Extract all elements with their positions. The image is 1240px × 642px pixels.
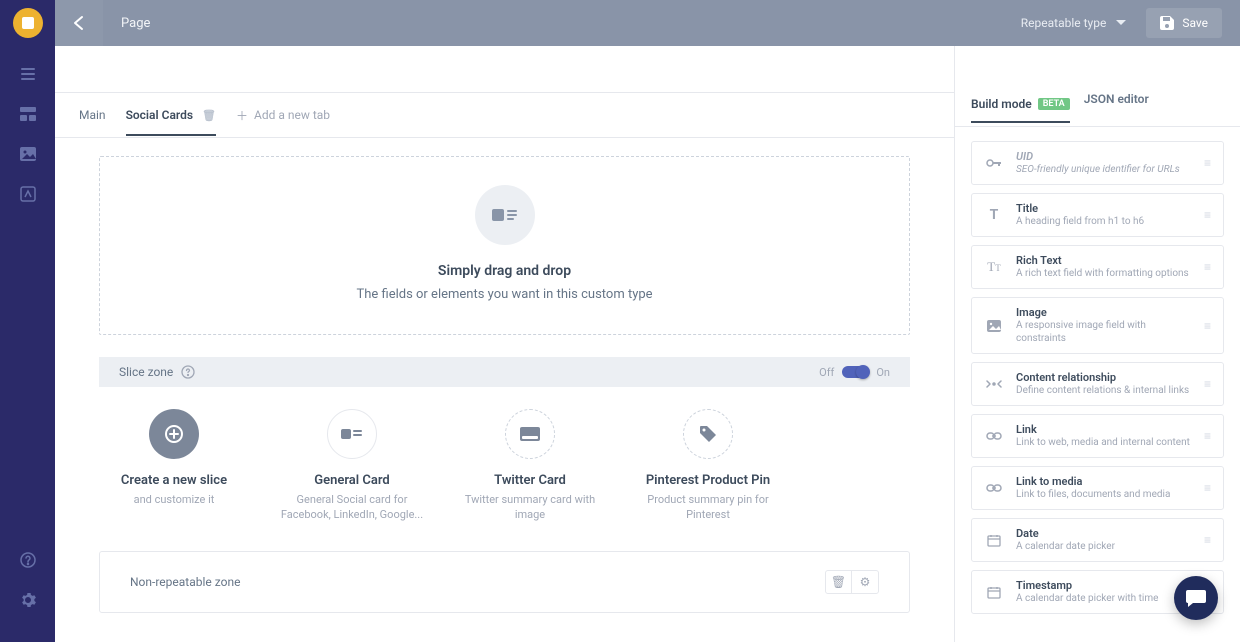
type-select-label: Repeatable type	[1021, 16, 1107, 30]
drag-handle-icon[interactable]: ≡	[1204, 377, 1211, 391]
help-icon[interactable]	[14, 546, 42, 574]
left-sidebar	[0, 0, 55, 642]
back-button[interactable]	[55, 0, 103, 46]
zone-delete-icon[interactable]: 🗑	[826, 571, 852, 593]
rich-text-icon: TT	[984, 259, 1004, 275]
drop-zone-title: Simply drag and drop	[100, 263, 909, 279]
twitter-card-icon	[505, 409, 555, 459]
plus-icon: ＋	[236, 107, 248, 124]
field-item-content-relationship[interactable]: Content relationship Define content rela…	[971, 362, 1224, 406]
field-item-date[interactable]: Date A calendar date picker ≡	[971, 518, 1224, 562]
drag-handle-icon[interactable]: ≡	[1204, 319, 1211, 333]
chat-bubble[interactable]	[1174, 576, 1218, 620]
save-icon	[1160, 16, 1174, 30]
help-icon[interactable]	[181, 365, 195, 379]
zone-actions: 🗑 ⚙	[825, 570, 879, 594]
calendar-icon	[984, 586, 1004, 599]
field-item-uid[interactable]: UID SEO-friendly unique identifier for U…	[971, 141, 1224, 185]
slice-zone-toggle[interactable]: Off On	[819, 366, 890, 379]
page-title: Page	[103, 16, 150, 31]
link-media-icon	[984, 484, 1004, 492]
field-item-rich-text[interactable]: TT Rich Text A rich text field with form…	[971, 245, 1224, 289]
nav-item-media-icon[interactable]	[14, 140, 42, 168]
slice-card-new[interactable]: Create a new slice and customize it	[99, 409, 249, 523]
builder-canvas: Main Social Cards 🗑 ＋ Add a new tab Simp…	[55, 46, 954, 642]
drop-zone-desc: The fields or elements you want in this …	[100, 287, 909, 302]
chat-icon	[1185, 588, 1207, 608]
settings-icon[interactable]	[14, 586, 42, 614]
add-tab-button[interactable]: ＋ Add a new tab	[236, 107, 330, 124]
card-icon	[327, 409, 377, 459]
topbar: Page Repeatable type Save	[55, 0, 1240, 46]
image-icon	[984, 320, 1004, 332]
field-list: UID SEO-friendly unique identifier for U…	[955, 127, 1240, 628]
calendar-icon	[984, 534, 1004, 547]
tag-icon	[683, 409, 733, 459]
nav-item-custom-types-icon[interactable]	[14, 100, 42, 128]
tab-social-cards[interactable]: Social Cards 🗑	[126, 94, 216, 136]
slice-card-twitter[interactable]: Twitter Card Twitter summary card with i…	[455, 409, 605, 523]
chevron-down-icon	[1116, 20, 1126, 26]
key-icon	[984, 158, 1004, 168]
drop-zone-icon	[475, 185, 535, 245]
non-repeatable-zone: Non-repeatable zone 🗑 ⚙	[99, 551, 910, 613]
beta-badge: BETA	[1038, 98, 1070, 110]
slice-cards-row: Create a new slice and customize it Gene…	[55, 387, 954, 551]
slice-card-pinterest[interactable]: Pinterest Product Pin Product summary pi…	[633, 409, 783, 523]
relation-icon	[984, 379, 1004, 389]
nav-item-documents-icon[interactable]	[14, 60, 42, 88]
field-item-link[interactable]: Link Link to web, media and internal con…	[971, 414, 1224, 458]
save-button[interactable]: Save	[1146, 8, 1222, 38]
nav-item-slices-icon[interactable]	[14, 180, 42, 208]
drag-handle-icon[interactable]: ≡	[1204, 208, 1211, 222]
drag-handle-icon[interactable]: ≡	[1204, 429, 1211, 443]
panel-tabs: Build mode BETA JSON editor	[955, 64, 1240, 127]
drag-handle-icon[interactable]: ≡	[1204, 156, 1211, 170]
slice-card-general[interactable]: General Card General Social card for Fac…	[277, 409, 427, 523]
zone-settings-icon[interactable]: ⚙	[852, 571, 878, 593]
drag-handle-icon[interactable]: ≡	[1204, 533, 1211, 547]
slice-zone-label: Slice zone	[119, 365, 173, 379]
title-icon: T	[984, 207, 1004, 223]
field-item-title[interactable]: T Title A heading field from h1 to h6 ≡	[971, 193, 1224, 237]
slice-zone-bar: Slice zone Off On	[99, 357, 910, 387]
type-select[interactable]: Repeatable type	[1001, 16, 1147, 30]
field-item-image[interactable]: Image A responsive image field with cons…	[971, 297, 1224, 354]
tab-json-editor[interactable]: JSON editor	[1084, 92, 1149, 116]
drag-handle-icon[interactable]: ≡	[1204, 260, 1211, 274]
link-icon	[984, 432, 1004, 440]
tab-main[interactable]: Main	[79, 102, 106, 128]
drop-zone[interactable]: Simply drag and drop The fields or eleme…	[99, 156, 910, 335]
tab-build-mode[interactable]: Build mode BETA	[971, 97, 1070, 123]
plus-circle-icon	[149, 409, 199, 459]
save-label: Save	[1182, 16, 1208, 30]
delete-tab-icon[interactable]: 🗑	[202, 109, 216, 122]
drag-handle-icon[interactable]: ≡	[1204, 481, 1211, 495]
right-panel: Build mode BETA JSON editor UID SEO-frie…	[954, 46, 1240, 642]
field-item-link-media[interactable]: Link to media Link to files, documents a…	[971, 466, 1224, 510]
zone-label: Non-repeatable zone	[130, 575, 240, 589]
builder-tabs: Main Social Cards 🗑 ＋ Add a new tab	[55, 92, 954, 138]
logo[interactable]	[13, 8, 43, 38]
